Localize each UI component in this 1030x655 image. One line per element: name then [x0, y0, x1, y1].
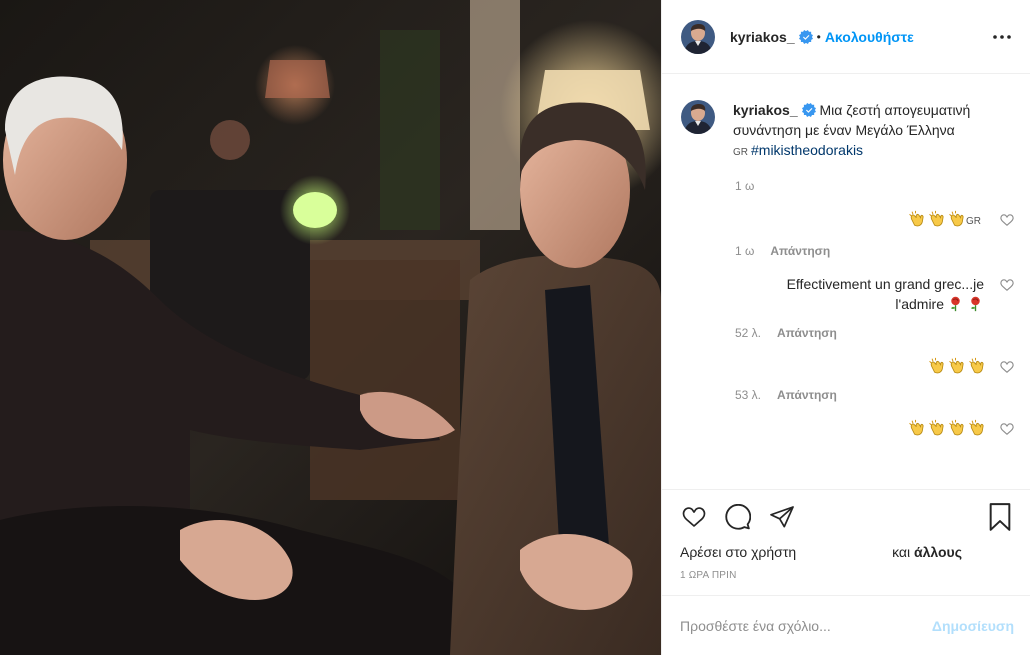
like-button[interactable] — [680, 503, 708, 531]
likes-summary: Αρέσει στο χρήστη και άλλους — [680, 544, 1014, 560]
clapping-hands-emoji-icon — [929, 357, 944, 374]
clapping-hands-emoji-icon — [909, 210, 924, 227]
avatar[interactable] — [681, 19, 715, 54]
save-button[interactable] — [986, 503, 1014, 531]
post-actions-section: Αρέσει στο χρήστη και άλλους 1 ΩΡΑ ΠΡΙΝ — [662, 489, 1030, 595]
clapping-hands-emoji-icon — [969, 357, 984, 374]
clapping-hands-emoji-icon — [909, 419, 924, 436]
comment-input[interactable] — [680, 617, 932, 634]
comment-text: GR — [735, 209, 984, 232]
comment-button[interactable] — [724, 503, 752, 531]
add-comment-bar: Δημοσίευση — [662, 595, 1030, 655]
post-caption: kyriakos_ Μια ζεστή απογευματινή συνάντη… — [681, 100, 1014, 163]
caption-timestamp: 1 ω — [735, 179, 755, 193]
post-dialog: kyriakos_ • Ακολουθήστε kyriakos_ Μια ζε… — [0, 0, 1030, 655]
caption-username[interactable]: kyriakos_ — [733, 102, 798, 118]
post-header: kyriakos_ • Ακολουθήστε — [662, 0, 1030, 74]
share-button[interactable] — [768, 503, 796, 531]
comment-text — [735, 418, 984, 438]
clapping-hands-emoji-icon — [949, 419, 964, 436]
post-side-panel: kyriakos_ • Ακολουθήστε kyriakos_ Μια ζε… — [661, 0, 1030, 655]
reply-button[interactable]: Απάντηση — [777, 388, 837, 402]
comment-item: GR 1 ω Απάντηση — [681, 209, 1014, 258]
header-username[interactable]: kyriakos_ — [730, 29, 795, 45]
comments-list[interactable]: kyriakos_ Μια ζεστή απογευματινή συνάντη… — [662, 74, 1030, 489]
comment-like-heart-icon[interactable] — [1000, 360, 1014, 374]
comment-meta: 1 ω Απάντηση — [735, 244, 984, 258]
comment-text: Effectivement un grand grec...je l'admir… — [735, 274, 984, 314]
rose-emoji-icon — [971, 296, 980, 312]
comment-like-heart-icon[interactable] — [1000, 278, 1014, 292]
reply-button[interactable]: Απάντηση — [770, 244, 830, 258]
post-time-ago[interactable]: 1 ΩΡΑ ΠΡΙΝ — [680, 570, 1014, 595]
verified-badge-icon — [801, 103, 816, 117]
comment-text — [735, 356, 984, 376]
rose-emoji-icon — [951, 296, 960, 312]
share-icon — [770, 506, 794, 528]
comment-meta: 52 λ. Απάντηση — [735, 326, 984, 340]
heart-icon — [682, 507, 706, 527]
comment-timestamp[interactable]: 53 λ. — [735, 388, 761, 402]
post-photo[interactable] — [0, 0, 661, 655]
likes-and: και — [892, 544, 911, 560]
avatar-image — [681, 19, 715, 54]
more-horizontal-icon — [993, 34, 1011, 39]
post-image — [0, 0, 661, 655]
comment-like-heart-icon[interactable] — [1000, 422, 1014, 436]
clapping-hands-emoji-icon — [949, 210, 964, 227]
flag-greece-icon: GR — [733, 147, 748, 158]
avatar-image — [681, 100, 715, 134]
caption-text: kyriakos_ Μια ζεστή απογευματινή συνάντη… — [733, 100, 1003, 163]
comment-like-heart-icon[interactable] — [1000, 213, 1014, 227]
verified-badge-icon — [798, 29, 813, 44]
likes-prefix[interactable]: Αρέσει στο χρήστη — [680, 544, 796, 560]
clapping-hands-emoji-icon — [969, 419, 984, 436]
comment-timestamp[interactable]: 1 ω — [735, 244, 754, 258]
action-bar — [680, 490, 1014, 544]
comment-meta: 53 λ. Απάντηση — [735, 388, 984, 402]
clapping-hands-emoji-icon — [929, 210, 944, 227]
comment-item: Effectivement un grand grec...je l'admir… — [681, 274, 1014, 340]
reply-button[interactable]: Απάντηση — [777, 326, 837, 340]
follow-button[interactable]: Ακολουθήστε — [825, 29, 914, 45]
more-options-button[interactable] — [990, 25, 1014, 49]
hashtag-link[interactable]: #mikistheodorakis — [751, 142, 863, 158]
post-comment-button[interactable]: Δημοσίευση — [932, 618, 1014, 634]
bookmark-icon — [989, 503, 1011, 531]
comment-item: 53 λ. Απάντηση — [681, 356, 1014, 402]
likes-others[interactable]: άλλους — [914, 544, 962, 560]
clapping-hands-emoji-icon — [929, 419, 944, 436]
comment-timestamp[interactable]: 52 λ. — [735, 326, 761, 340]
header-separator: • — [816, 29, 821, 44]
caption-avatar[interactable] — [681, 100, 715, 134]
comment-icon — [725, 504, 751, 530]
comment-item — [681, 418, 1014, 438]
flag-greece-icon: GR — [966, 216, 981, 227]
clapping-hands-emoji-icon — [949, 357, 964, 374]
